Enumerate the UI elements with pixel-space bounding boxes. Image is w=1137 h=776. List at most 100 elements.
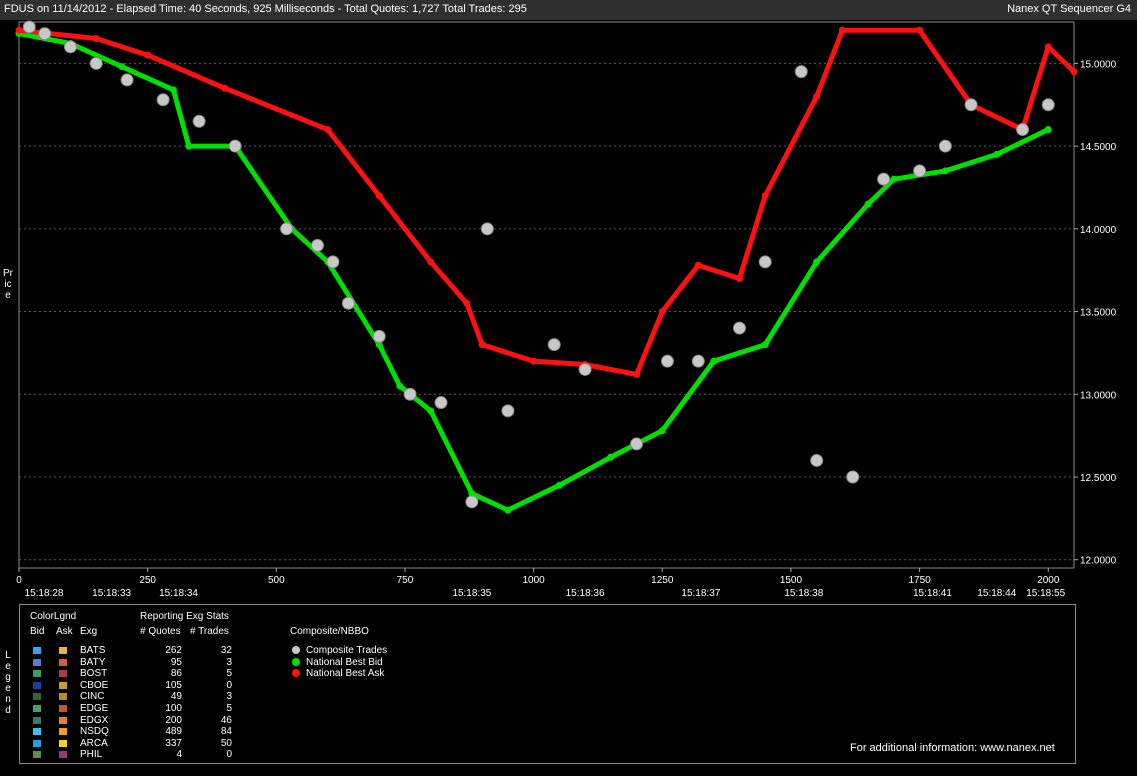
bid-point — [185, 142, 193, 150]
trade-point — [403, 387, 417, 401]
legend-trades-header: # Trades — [190, 626, 229, 637]
x-tick-label: 2000 — [1037, 575, 1060, 586]
ask-point — [92, 35, 100, 43]
trade-point — [465, 495, 479, 509]
y-tick-label: 12.5000 — [1080, 473, 1117, 484]
x-tick-label: 250 — [139, 575, 156, 586]
legend-panel: ColorLgnd Bid Ask Exg Reporting Exg Stat… — [19, 604, 1076, 764]
ask-point — [761, 192, 769, 200]
legend-exg-header: Exg — [80, 626, 98, 637]
trade-point — [877, 172, 891, 186]
ask-point — [838, 26, 846, 34]
legend-colorlgnd-header: ColorLgnd — [30, 611, 77, 622]
trade-point — [630, 437, 644, 451]
bid-point — [396, 382, 404, 390]
y-tick-label: 15.0000 — [1080, 59, 1117, 70]
bid-color-swatch — [33, 716, 41, 724]
trade-point — [280, 222, 294, 236]
ask-point — [478, 341, 486, 349]
trade-point — [228, 139, 242, 153]
trade-point — [156, 93, 170, 107]
time-label: 15:18:44 — [977, 588, 1016, 599]
exchange-name: NSDQ — [80, 726, 109, 738]
ask-point — [427, 258, 435, 266]
time-label: 15:18:38 — [784, 588, 823, 599]
time-label: 15:18:28 — [25, 588, 64, 599]
ask-color-swatch — [59, 716, 67, 724]
exchange-trades: 84 — [220, 726, 232, 738]
trade-point — [758, 255, 772, 269]
trade-point — [372, 329, 386, 343]
legend-stats-header: Reporting Exg Stats — [140, 611, 229, 622]
footer-info: For additional information: www.nanex.ne… — [850, 742, 1055, 754]
trade-point — [691, 354, 705, 368]
exchange-name: CINC — [80, 691, 105, 703]
exchange-quotes: 95 — [170, 656, 182, 668]
trade-point — [794, 65, 808, 79]
trade-point — [38, 27, 52, 41]
exchange-trades: 32 — [220, 645, 232, 656]
ask-color-swatch — [59, 658, 67, 666]
chart-title: FDUS on 11/14/2012 - Elapsed Time: 40 Se… — [4, 3, 527, 15]
x-tick-label: 1250 — [651, 575, 674, 586]
trade-point — [732, 321, 746, 335]
exchange-quotes: 337 — [165, 737, 182, 749]
ask-color-swatch — [59, 670, 67, 678]
ask-color-swatch — [59, 681, 67, 689]
trade-point — [434, 396, 448, 410]
ask-point — [530, 357, 538, 365]
exchange-trades: 0 — [226, 749, 232, 761]
exchange-trades: 5 — [226, 703, 232, 714]
ask-color-swatch — [59, 739, 67, 747]
x-tick-label: 750 — [397, 575, 414, 586]
trade-point — [120, 73, 134, 87]
legend-composite-header: Composite/NBBO — [290, 626, 369, 637]
bid-point — [658, 427, 666, 435]
x-tick-label: 1750 — [908, 575, 931, 586]
y-tick-label: 13.5000 — [1080, 308, 1117, 319]
trade-point — [22, 20, 36, 34]
ask-point — [463, 299, 471, 307]
legend-bid-header: Bid — [30, 626, 45, 637]
composite-marker-icon — [292, 669, 300, 678]
legend-side-label: Legend — [5, 650, 11, 716]
exchange-name: EDGE — [80, 703, 109, 714]
bid-color-swatch — [33, 670, 41, 678]
exchange-name: ARCA — [80, 737, 108, 749]
composite-label: Composite Trades — [306, 645, 388, 656]
ask-point — [221, 84, 229, 92]
trade-point — [660, 354, 674, 368]
time-label: 15:18:41 — [913, 588, 952, 599]
legend-ask-header: Ask — [56, 626, 73, 637]
legend-quotes-header: # Quotes — [140, 626, 181, 637]
exchange-quotes: 86 — [170, 668, 182, 680]
exchange-trades: 3 — [226, 691, 232, 703]
y-tick-label: 14.5000 — [1080, 142, 1117, 153]
ask-color-swatch — [59, 705, 67, 712]
trade-point — [913, 164, 927, 178]
trade-point — [938, 139, 952, 153]
bid-point — [864, 200, 872, 208]
composite-marker-icon — [292, 657, 300, 666]
ask-point — [916, 26, 924, 34]
trade-point — [1016, 123, 1030, 137]
bid-point — [993, 150, 1001, 158]
exchange-quotes: 262 — [165, 645, 182, 656]
trade-point — [89, 56, 103, 70]
title-bar: FDUS on 11/14/2012 - Elapsed Time: 40 Se… — [0, 0, 1137, 20]
exchange-trades: 50 — [220, 737, 232, 749]
composite-marker-icon — [292, 646, 300, 654]
exchange-quotes: 4 — [176, 749, 182, 761]
ask-point — [15, 26, 23, 34]
bid-point — [118, 63, 126, 71]
ask-point — [633, 370, 641, 378]
trade-point — [578, 362, 592, 376]
trade-point — [501, 404, 515, 418]
exchange-quotes: 105 — [165, 679, 182, 691]
bid-color-swatch — [33, 728, 41, 736]
ask-point — [813, 92, 821, 100]
time-label: 15:18:35 — [452, 588, 491, 599]
exchange-name: BATY — [80, 656, 106, 668]
bid-point — [607, 453, 615, 461]
ask-point — [735, 274, 743, 282]
